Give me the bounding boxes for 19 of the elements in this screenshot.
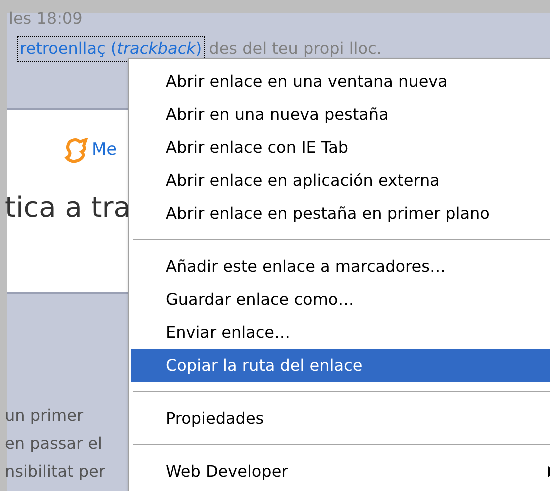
menu-item[interactable]: Guardar enlace como… [131, 283, 550, 316]
menu-item[interactable]: Abrir enlace con IE Tab [131, 131, 550, 164]
card-heading: tica a tra [5, 194, 130, 222]
menu-item[interactable]: Abrir enlace en una ventana nueva [131, 65, 550, 98]
menu-item[interactable]: Web Developer [131, 455, 550, 488]
body-text-line: un primer [5, 405, 84, 427]
card-link[interactable]: Me [92, 138, 118, 164]
menu-item[interactable]: Copiar la ruta del enlace [131, 349, 550, 382]
menu-item[interactable]: Abrir enlace en aplicación externa [131, 164, 550, 197]
mascot-icon [64, 138, 88, 164]
menu-item[interactable]: Abrir en una nueva pestaña [131, 98, 550, 131]
timestamp-text: les 18:09 [9, 11, 84, 27]
body-text-line: nsibilitat per [5, 461, 106, 483]
menu-item[interactable]: Propiedades [131, 402, 550, 435]
menu-item[interactable]: Añadir este enlace a marcadores… [131, 250, 550, 283]
trackback-sentence: des del teu propi lloc. [209, 38, 382, 60]
menu-item[interactable]: Enviar enlace… [131, 316, 550, 349]
menu-item[interactable]: Abrir enlace en pestaña en primer plano [131, 197, 550, 230]
body-text-line: en passar el [5, 433, 102, 455]
